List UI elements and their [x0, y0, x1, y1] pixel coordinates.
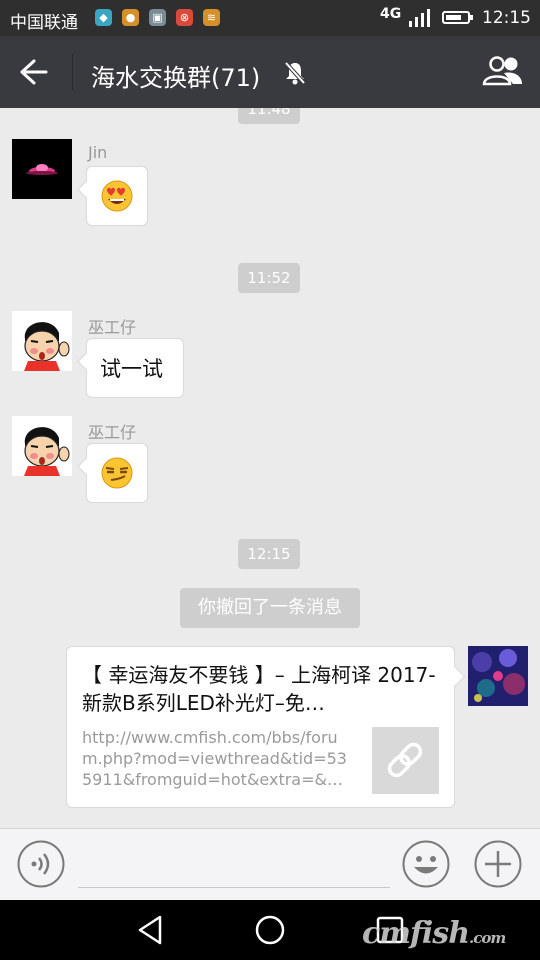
- sender-name: 巫工仔: [88, 318, 137, 337]
- avatar-cartoon-image: [24, 427, 70, 476]
- battery-level: [446, 15, 461, 20]
- link-card-title: 【 幸运海友不要钱 】– 上海柯译 2017-新款B系列LED补光灯–免…: [82, 663, 436, 715]
- avatar-wugongzai[interactable]: [12, 311, 72, 371]
- wifi-app-icon: ≋: [203, 9, 220, 26]
- network-type-label: 4G: [380, 6, 402, 22]
- recall-notice[interactable]: 你撤回了一条消息: [180, 588, 360, 628]
- gallery-icon: ▣: [149, 9, 166, 26]
- timestamp: 12:15: [238, 539, 300, 569]
- sender-name: 巫工仔: [88, 423, 137, 442]
- group-members-icon[interactable]: [482, 56, 524, 86]
- avatar-self[interactable]: [468, 646, 528, 706]
- avatar-jin[interactable]: [12, 139, 72, 199]
- link-icon: [387, 742, 423, 778]
- bubble-tail: [77, 457, 96, 476]
- bubble-tail: [443, 665, 466, 688]
- plus-icon[interactable]: [474, 840, 522, 888]
- timestamp-partial: 11:48: [238, 108, 300, 124]
- smirk-emoji-icon: [101, 457, 133, 489]
- carrier-label: 中国联通: [10, 13, 78, 33]
- shield-icon: ◆: [95, 9, 112, 26]
- message-bubble[interactable]: [77, 443, 148, 503]
- nav-back-icon[interactable]: [136, 914, 166, 946]
- link-card-message[interactable]: 【 幸运海友不要钱 】– 上海柯译 2017-新款B系列LED补光灯–免… ht…: [66, 646, 466, 808]
- avatar-jin-image: [26, 164, 58, 175]
- battery-icon: [442, 11, 473, 24]
- coin-app-icon: ●: [122, 9, 139, 26]
- system-nav-bar: cmfish.com: [0, 900, 540, 960]
- header-divider: [72, 54, 73, 90]
- bubble-tail: [77, 180, 96, 199]
- message-text: 试一试: [100, 357, 163, 381]
- avatar-wugongzai[interactable]: [12, 416, 72, 476]
- heart-eyes-emoji-icon: [101, 180, 133, 212]
- watermark-brand: cmfish: [362, 916, 470, 951]
- message-bubble[interactable]: [77, 166, 148, 226]
- avatar-cartoon-image: [24, 322, 70, 371]
- message-bubble[interactable]: 试一试: [77, 338, 184, 398]
- input-bar: [0, 828, 540, 900]
- voice-input-icon[interactable]: [17, 840, 65, 888]
- sender-name: Jin: [88, 143, 108, 162]
- timestamp: 11:52: [238, 263, 300, 293]
- bubble-tail: [77, 352, 96, 371]
- back-arrow-icon[interactable]: [18, 58, 48, 86]
- cancel-app-icon: ⊗: [176, 9, 193, 26]
- avatar-aquarium-image: [468, 646, 528, 706]
- chat-header: 海水交换群(71): [0, 36, 540, 108]
- status-bar: 中国联通 ◆ ● ▣ ⊗ ≋ 4G 12:15: [0, 0, 540, 36]
- emoji-icon[interactable]: [402, 840, 450, 888]
- watermark-logo: cmfish.com: [362, 916, 506, 951]
- group-title: 海水交换群(71): [91, 64, 261, 92]
- signal-icon: [409, 9, 430, 27]
- clock: 12:15: [482, 8, 531, 28]
- chat-area[interactable]: 11:48 Jin 11:52 巫工仔 试一试 巫工仔 12:15 你撤回了一条…: [0, 108, 540, 828]
- nav-home-icon[interactable]: [254, 914, 286, 946]
- muted-bell-icon: [284, 61, 306, 85]
- watermark-suffix: .com: [469, 929, 506, 947]
- message-input[interactable]: [78, 887, 390, 888]
- link-card-description: http://www.cmfish.com/bbs/forum.php?mod=…: [82, 728, 347, 789]
- link-thumbnail: [372, 727, 439, 794]
